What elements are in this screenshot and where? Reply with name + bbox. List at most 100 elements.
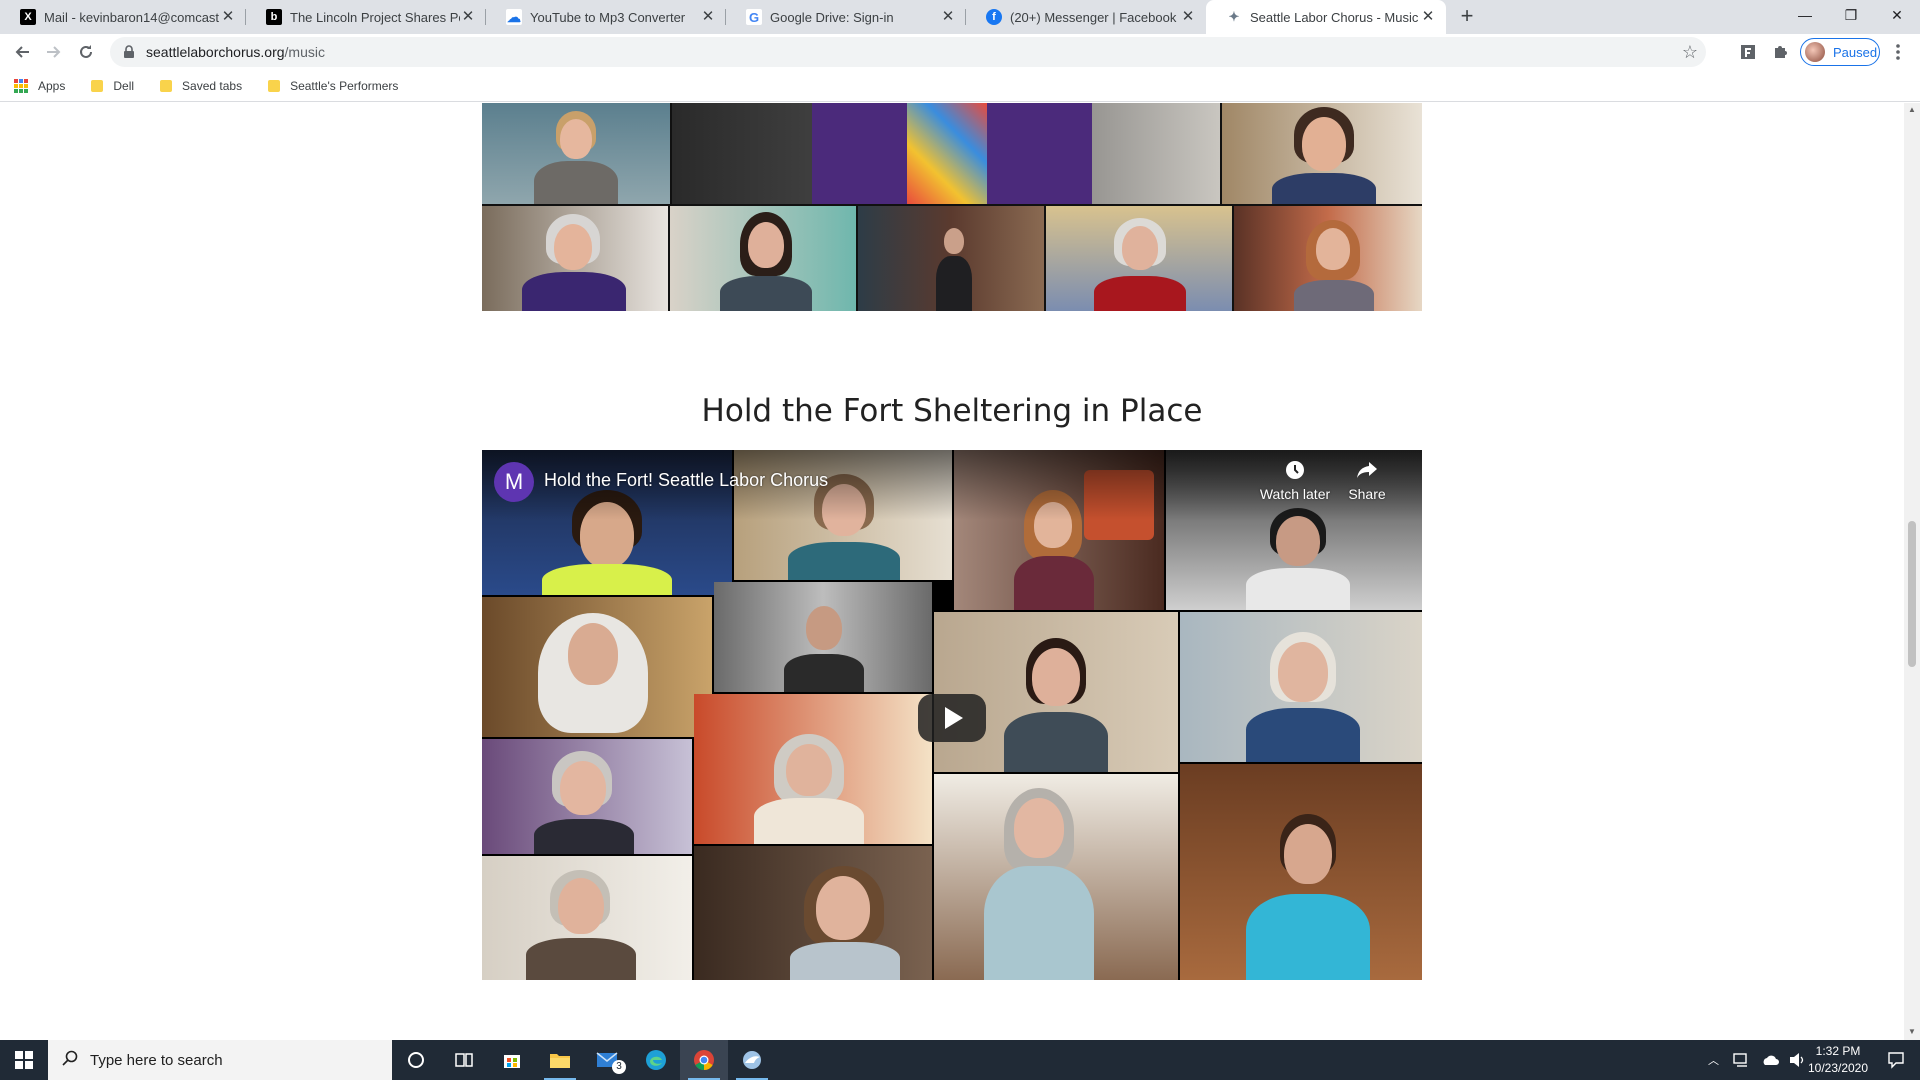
watch-later-button[interactable]: Watch later	[1255, 460, 1335, 502]
singer-photo	[482, 103, 670, 204]
tab-title: The Lincoln Project Shares Power	[290, 9, 460, 25]
tab-seattle-labor-chorus[interactable]: ✦ Seattle Labor Chorus - Music ✕	[1206, 0, 1446, 34]
cloud-icon: ☁	[506, 8, 522, 25]
kebab-menu-icon	[1896, 44, 1900, 60]
arrow-left-icon	[15, 46, 29, 58]
singer-photo	[1234, 206, 1422, 311]
reload-icon	[80, 45, 92, 58]
close-icon[interactable]: ✕	[1180, 9, 1196, 25]
bookmark-saved-tabs[interactable]: Saved tabs	[160, 79, 242, 93]
close-icon[interactable]: ✕	[700, 9, 716, 25]
bookmark-label: Saved tabs	[182, 78, 243, 93]
back-button[interactable]	[8, 38, 36, 66]
new-tab-button[interactable]: +	[1455, 5, 1479, 29]
folder-icon	[160, 79, 173, 92]
tab-google-drive[interactable]: G Google Drive: Sign-in ✕	[726, 0, 966, 34]
close-icon[interactable]: ✕	[220, 9, 236, 25]
clock-icon	[1255, 460, 1335, 486]
profile-status: Paused	[1833, 44, 1878, 60]
mail-app-button[interactable]: 3	[584, 1040, 632, 1080]
bookmark-star-icon[interactable]: ☆	[1682, 42, 1698, 63]
singer-photo	[858, 206, 1044, 311]
apps-grid-icon	[14, 78, 28, 93]
chrome-icon	[694, 1050, 714, 1071]
file-explorer-button[interactable]	[536, 1040, 584, 1080]
search-icon	[62, 1050, 78, 1071]
tab-lincoln-project[interactable]: b The Lincoln Project Shares Power ✕	[246, 0, 486, 34]
notifications-button[interactable]	[1872, 1040, 1920, 1080]
pinned-app-button[interactable]	[728, 1040, 776, 1080]
taskbar-search-box[interactable]: Type here to search	[48, 1040, 392, 1080]
video-thumbnail-tile	[934, 612, 1178, 772]
video-thumbnail-tile	[482, 597, 712, 737]
store-button[interactable]	[488, 1040, 536, 1080]
tab-youtube-mp3[interactable]: ☁ YouTube to Mp3 Converter ✕	[486, 0, 726, 34]
video-title[interactable]: Hold the Fort! Seattle Labor Chorus	[544, 470, 828, 491]
bookmarks-bar: Apps Dell Saved tabs Seattle's Performer…	[0, 70, 1920, 102]
scroll-down-icon[interactable]: ▼	[1908, 1027, 1916, 1036]
singer-photo	[1046, 206, 1232, 311]
singer-photo	[482, 206, 668, 311]
cortana-button[interactable]	[392, 1040, 440, 1080]
chrome-button[interactable]	[680, 1040, 728, 1080]
taskbar-clock[interactable]: 1:32 PM 10/23/2020	[1796, 1043, 1880, 1077]
clock-date: 10/23/2020	[1807, 1061, 1869, 1075]
tab-title: (20+) Messenger | Facebook	[1010, 9, 1177, 25]
clock-time: 1:32 PM	[1815, 1044, 1861, 1058]
play-button[interactable]	[918, 694, 986, 742]
restore-button[interactable]: ❐	[1828, 0, 1874, 30]
video-thumbnail-tile	[482, 739, 692, 854]
bookmark-dell[interactable]: Dell	[91, 79, 134, 93]
bookmark-seattles-performers[interactable]: Seattle's Performers	[268, 79, 398, 93]
scroll-up-icon[interactable]: ▲	[1908, 105, 1916, 114]
address-bar[interactable]: seattlelaborchorus.org/music ☆	[110, 37, 1706, 67]
video-thumbnail-tile	[694, 694, 932, 844]
tab-messenger[interactable]: f (20+) Messenger | Facebook ✕	[966, 0, 1206, 34]
close-icon[interactable]: ✕	[1420, 9, 1436, 25]
channel-avatar[interactable]: M	[494, 462, 534, 502]
close-icon[interactable]: ✕	[460, 9, 476, 25]
task-view-button[interactable]	[440, 1040, 488, 1080]
onedrive-cloud-icon[interactable]	[1761, 1054, 1779, 1066]
search-placeholder: Type here to search	[90, 1051, 223, 1069]
tab-mail[interactable]: X Mail - kevinbaron14@comcast.net ✕	[0, 0, 246, 34]
lock-icon	[124, 45, 134, 58]
video-thumbnail-tile	[1180, 612, 1422, 762]
share-button[interactable]: Share	[1332, 460, 1402, 502]
forward-button[interactable]	[40, 38, 68, 66]
scrollbar-thumb[interactable]	[1908, 521, 1916, 667]
youtube-video-player[interactable]: M Hold the Fort! Seattle Labor Chorus Wa…	[482, 450, 1422, 980]
network-icon[interactable]	[1733, 1053, 1751, 1067]
menu-button[interactable]	[1884, 38, 1912, 66]
tab-title: Mail - kevinbaron14@comcast.net	[44, 9, 220, 25]
profile-button[interactable]: Paused	[1800, 38, 1880, 66]
bookmark-label: Apps	[38, 78, 66, 93]
page-viewport: Hold the Fort Sheltering in Place M Hold…	[0, 103, 1904, 1040]
extension-flipboard-button[interactable]	[1734, 38, 1762, 66]
url-text: seattlelaborchorus.org/music	[146, 44, 325, 60]
bookmark-apps[interactable]: Apps	[14, 78, 66, 93]
folder-icon	[550, 1054, 570, 1068]
windows-logo-icon	[15, 1051, 33, 1069]
close-icon[interactable]: ✕	[940, 9, 956, 25]
extensions-button[interactable]	[1766, 38, 1794, 66]
singer-photo	[1222, 103, 1422, 204]
singer-photo	[672, 103, 1220, 204]
browser-toolbar: seattlelaborchorus.org/music ☆ Paused	[0, 34, 1920, 70]
facebook-icon: f	[986, 9, 1002, 25]
tab-title: YouTube to Mp3 Converter	[530, 9, 686, 25]
task-view-icon	[455, 1053, 473, 1067]
minimize-button[interactable]: —	[1782, 0, 1828, 30]
close-window-button[interactable]: ✕	[1874, 0, 1920, 30]
reload-button[interactable]	[72, 38, 100, 66]
watch-later-label: Watch later	[1259, 486, 1331, 502]
edge-button[interactable]	[632, 1040, 680, 1080]
google-icon: G	[746, 9, 762, 25]
windows-taskbar: Type here to search 3 ︿ 1:32 PM 10/23/20…	[0, 1040, 1920, 1080]
page-scrollbar[interactable]: ▲ ▼	[1904, 103, 1920, 1040]
bird-icon: ✦	[1226, 9, 1242, 25]
section-title: Hold the Fort Sheltering in Place	[701, 393, 1203, 429]
chevron-up-icon[interactable]: ︿	[1708, 1052, 1719, 1068]
start-button[interactable]	[0, 1040, 48, 1080]
store-bag-icon	[504, 1055, 520, 1068]
